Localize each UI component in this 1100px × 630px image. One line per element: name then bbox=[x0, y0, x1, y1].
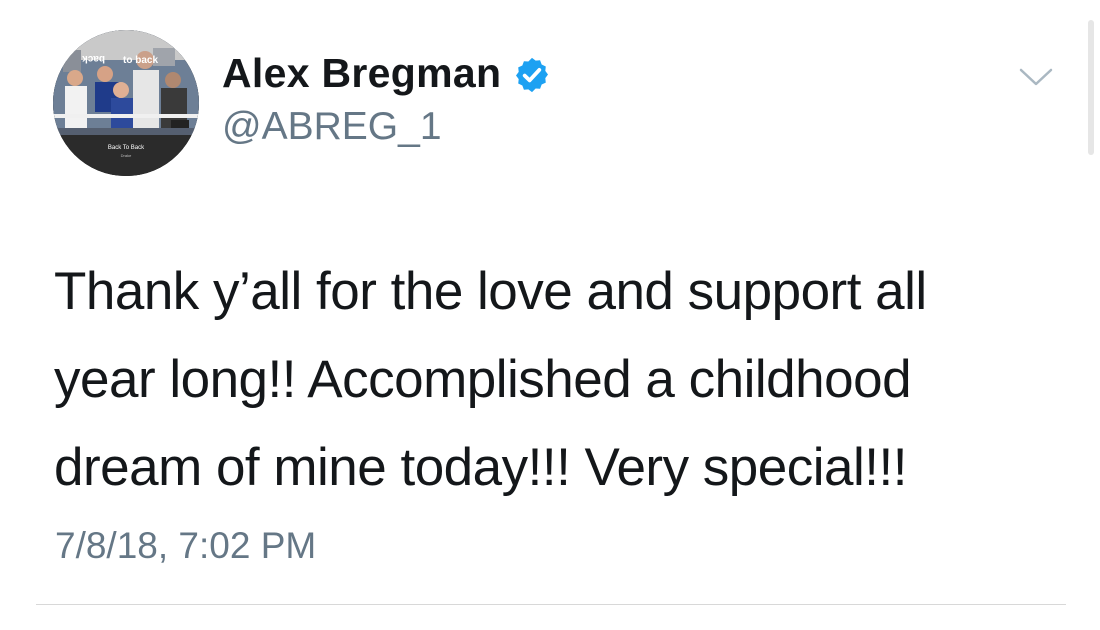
tweet-text: Thank y’all for the love and support all… bbox=[54, 248, 1054, 512]
avatar-caption-artist: Drake bbox=[121, 153, 132, 158]
tweet-text-line: year long!! Accomplished a childhood bbox=[54, 350, 912, 409]
tweet-card: back to back Back To Back Drake Alex Bre… bbox=[0, 0, 1100, 630]
tweet-text-line: Thank y’all for the love and support all bbox=[54, 262, 927, 321]
avatar[interactable]: back to back Back To Back Drake bbox=[53, 30, 199, 176]
scrollbar[interactable] bbox=[1088, 20, 1094, 155]
tweet-text-line: dream of mine today!!! Very special!!! bbox=[54, 438, 907, 497]
display-name[interactable]: Alex Bregman bbox=[222, 50, 501, 97]
verified-badge-icon bbox=[516, 57, 548, 93]
avatar-caption-title: Back To Back bbox=[108, 145, 145, 151]
divider bbox=[36, 604, 1066, 605]
user-handle[interactable]: @ABREG_1 bbox=[222, 105, 442, 149]
chevron-down-icon[interactable] bbox=[1018, 66, 1054, 88]
avatar-banner-text: to back bbox=[123, 55, 158, 66]
tweet-timestamp[interactable]: 7/8/18, 7:02 PM bbox=[55, 525, 316, 567]
avatar-banner-back-text: back bbox=[82, 53, 105, 64]
avatar-image: back to back Back To Back Drake bbox=[53, 30, 199, 176]
